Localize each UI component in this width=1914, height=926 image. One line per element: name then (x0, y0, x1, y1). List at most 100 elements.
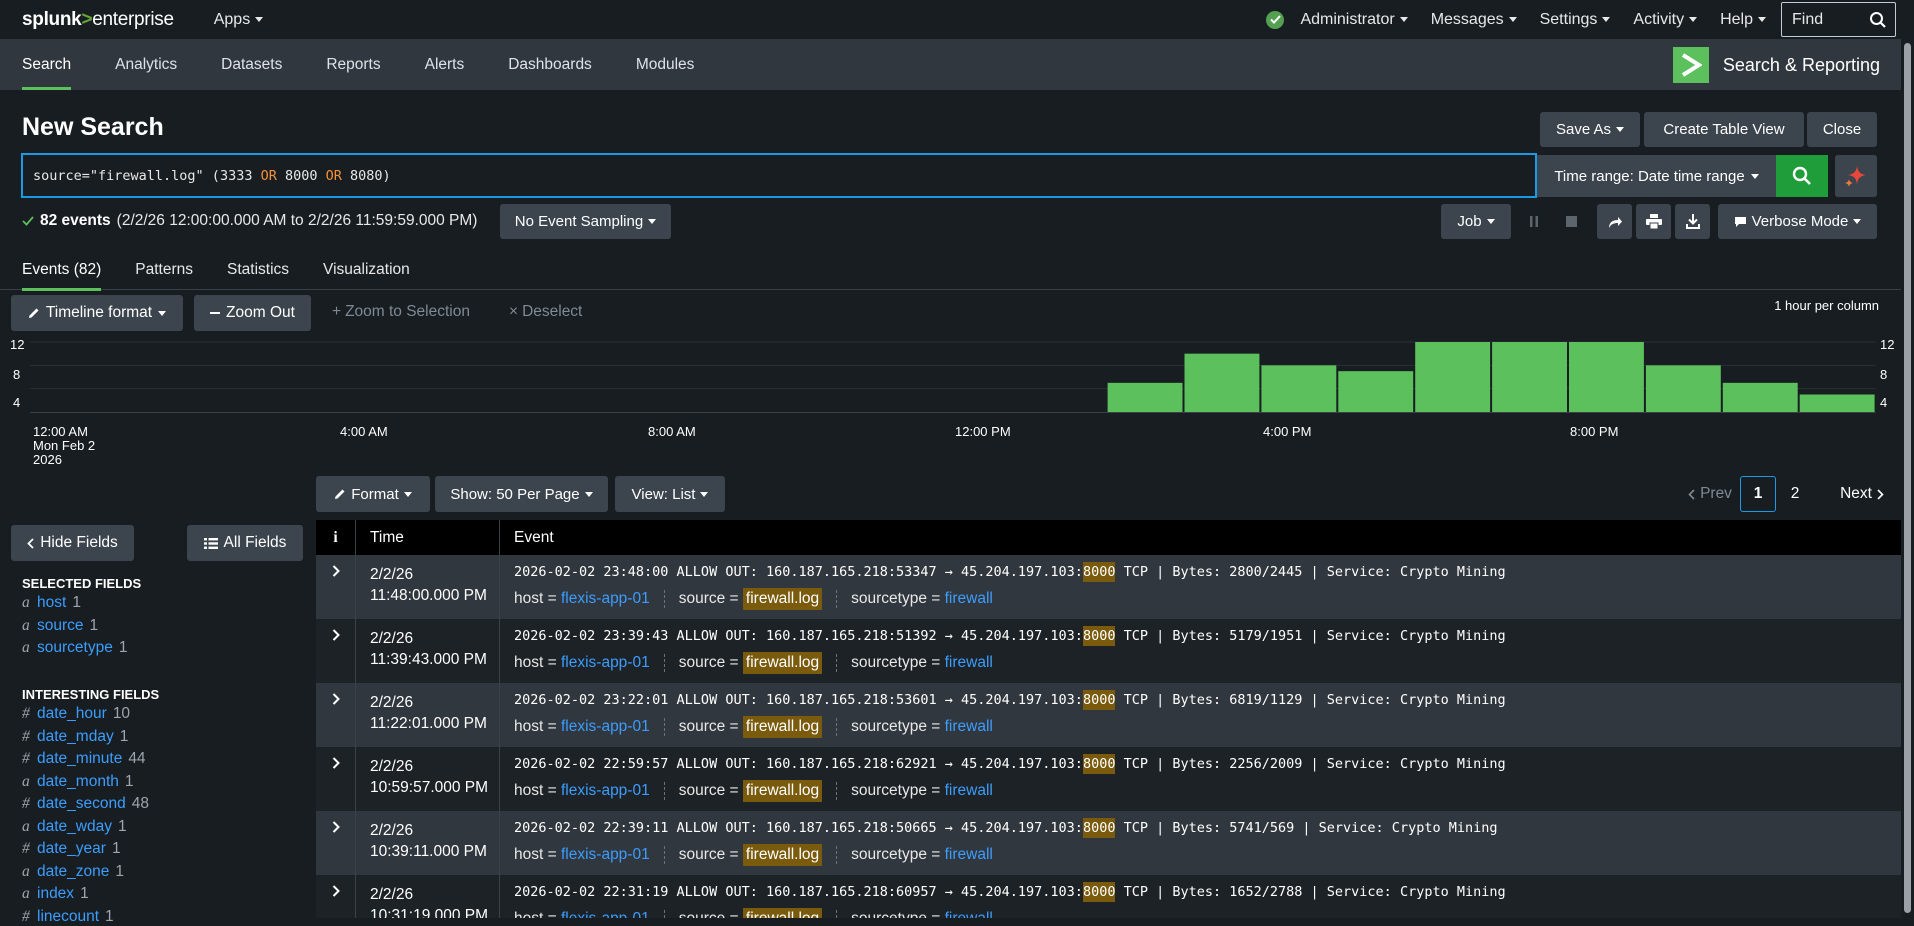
apps-menu[interactable]: Apps (214, 11, 264, 29)
timeline-bar[interactable] (1184, 353, 1260, 412)
print-icon[interactable] (1636, 204, 1671, 239)
format-button[interactable]: Format (316, 476, 430, 512)
timeline-bar[interactable] (1338, 371, 1414, 412)
field-date_hour[interactable]: # date_hour 10 (22, 705, 130, 723)
expand-row-button[interactable] (316, 683, 356, 747)
event-raw-text[interactable]: 2026-02-02 23:22:01 ALLOW OUT: 160.187.1… (514, 690, 1506, 710)
expand-row-button[interactable] (316, 555, 356, 619)
expand-row-button[interactable] (316, 875, 356, 918)
meta-sourcetype-value[interactable]: firewall (945, 910, 993, 918)
meta-sourcetype-value[interactable]: firewall (945, 718, 993, 736)
activity-menu[interactable]: Activity (1633, 11, 1698, 29)
stop-icon[interactable] (1554, 204, 1589, 239)
field-sourcetype[interactable]: a sourcetype 1 (22, 639, 127, 657)
page-1-button[interactable]: 1 (1740, 476, 1776, 512)
pause-icon[interactable] (1516, 204, 1551, 239)
timeline-chart[interactable] (0, 335, 1914, 415)
event-raw-text[interactable]: 2026-02-02 22:39:11 ALLOW OUT: 160.187.1… (514, 818, 1497, 838)
search-icon[interactable] (1869, 11, 1887, 29)
close-button[interactable]: Close (1807, 112, 1877, 147)
header-time[interactable]: Time (356, 520, 500, 555)
save-as-button[interactable]: Save As (1540, 112, 1640, 147)
search-mode-dropdown[interactable]: Verbose Mode (1718, 204, 1877, 239)
nav-tab-datasets[interactable]: Datasets (199, 39, 304, 90)
event-raw-highlight[interactable]: 8000 (1082, 818, 1116, 838)
meta-host-value[interactable]: flexis-app-01 (561, 846, 650, 864)
meta-sourcetype-value[interactable]: firewall (945, 654, 993, 672)
all-fields-button[interactable]: All Fields (187, 525, 303, 561)
next-page-button[interactable]: Next (1824, 476, 1900, 512)
export-icon[interactable] (1675, 204, 1710, 239)
find-input[interactable]: Find (1781, 2, 1896, 37)
field-date_year[interactable]: # date_year 1 (22, 840, 121, 858)
nav-tab-analytics[interactable]: Analytics (93, 39, 199, 90)
share-icon[interactable] (1597, 204, 1632, 239)
meta-host-value[interactable]: flexis-app-01 (561, 718, 650, 736)
meta-host-value[interactable]: flexis-app-01 (561, 590, 650, 608)
field-date_minute[interactable]: # date_minute 44 (22, 750, 146, 768)
timeline-bar[interactable] (1645, 365, 1721, 412)
deselect-button[interactable]: × Deselect (509, 303, 582, 321)
event-raw-highlight[interactable]: 8000 (1082, 562, 1116, 582)
nav-tab-reports[interactable]: Reports (304, 39, 402, 90)
timeline-bar[interactable] (1722, 382, 1798, 412)
zoom-out-button[interactable]: Zoom Out (194, 295, 311, 331)
field-date_month[interactable]: a date_month 1 (22, 773, 134, 791)
timeline-bar[interactable] (1492, 342, 1567, 412)
time-range-picker[interactable]: Time range: Date time range (1537, 155, 1776, 197)
tab-statistics[interactable]: Statistics (227, 250, 289, 290)
zoom-to-selection-button[interactable]: + Zoom to Selection (332, 303, 470, 321)
field-linecount[interactable]: # linecount 1 (22, 908, 114, 926)
field-source[interactable]: a source 1 (22, 617, 98, 635)
nav-tab-search[interactable]: Search (0, 39, 93, 90)
expand-row-button[interactable] (316, 619, 356, 683)
meta-host-value[interactable]: flexis-app-01 (561, 654, 650, 672)
prev-page-button[interactable]: Prev (1675, 476, 1745, 512)
splunk-logo[interactable]: splunk>enterprise (22, 9, 174, 31)
administrator-menu[interactable]: Administrator (1300, 11, 1408, 29)
meta-source-value[interactable]: firewall.log (742, 844, 823, 866)
hide-fields-button[interactable]: Hide Fields (11, 525, 134, 561)
app-brand[interactable]: Search & Reporting (1672, 47, 1880, 83)
per-page-dropdown[interactable]: Show: 50 Per Page (435, 476, 608, 512)
meta-source-value[interactable]: firewall.log (742, 652, 823, 674)
help-menu[interactable]: Help (1720, 11, 1766, 29)
expand-row-button[interactable] (316, 811, 356, 875)
meta-source-value[interactable]: firewall.log (742, 780, 823, 802)
nav-tab-alerts[interactable]: Alerts (403, 39, 487, 90)
timeline-bar[interactable] (1415, 342, 1491, 412)
expand-row-button[interactable] (316, 747, 356, 811)
meta-sourcetype-value[interactable]: firewall (945, 782, 993, 800)
page-2-button[interactable]: 2 (1778, 476, 1812, 512)
meta-source-value[interactable]: firewall.log (742, 908, 823, 918)
event-raw-highlight[interactable]: 8000 (1082, 690, 1116, 710)
field-host[interactable]: a host 1 (22, 594, 81, 612)
scrollbar-thumb[interactable] (1904, 43, 1911, 913)
timeline-bar[interactable] (1569, 342, 1644, 412)
view-dropdown[interactable]: View: List (615, 476, 725, 512)
settings-menu[interactable]: Settings (1540, 11, 1611, 29)
search-input[interactable]: source="firewall.log" (3333 OR 8000 OR 8… (21, 153, 1537, 198)
event-raw-text[interactable]: 2026-02-02 22:31:19 ALLOW OUT: 160.187.1… (514, 882, 1506, 902)
field-date_zone[interactable]: a date_zone 1 (22, 863, 124, 881)
meta-host-value[interactable]: flexis-app-01 (561, 910, 650, 918)
field-date_second[interactable]: # date_second 48 (22, 795, 149, 813)
job-menu-button[interactable]: Job (1441, 204, 1511, 239)
field-date_mday[interactable]: # date_mday 1 (22, 728, 128, 746)
event-raw-text[interactable]: 2026-02-02 23:48:00 ALLOW OUT: 160.187.1… (514, 562, 1506, 582)
event-sampling-dropdown[interactable]: No Event Sampling (500, 204, 671, 239)
messages-menu[interactable]: Messages (1431, 11, 1517, 29)
create-table-view-button[interactable]: Create Table View (1644, 112, 1804, 147)
event-raw-highlight[interactable]: 8000 (1082, 882, 1116, 902)
event-raw-highlight[interactable]: 8000 (1082, 754, 1116, 774)
nav-tab-dashboards[interactable]: Dashboards (486, 39, 614, 90)
event-raw-text[interactable]: 2026-02-02 23:39:43 ALLOW OUT: 160.187.1… (514, 626, 1506, 646)
tab-events[interactable]: Events (82) (22, 250, 102, 291)
page-scrollbar[interactable] (1901, 39, 1914, 918)
event-raw-text[interactable]: 2026-02-02 22:59:57 ALLOW OUT: 160.187.1… (514, 754, 1506, 774)
run-search-button[interactable] (1776, 155, 1828, 197)
meta-source-value[interactable]: firewall.log (742, 716, 823, 738)
timeline-bar[interactable] (1799, 394, 1875, 413)
timeline-format-button[interactable]: Timeline format (11, 295, 183, 331)
meta-sourcetype-value[interactable]: firewall (945, 590, 993, 608)
